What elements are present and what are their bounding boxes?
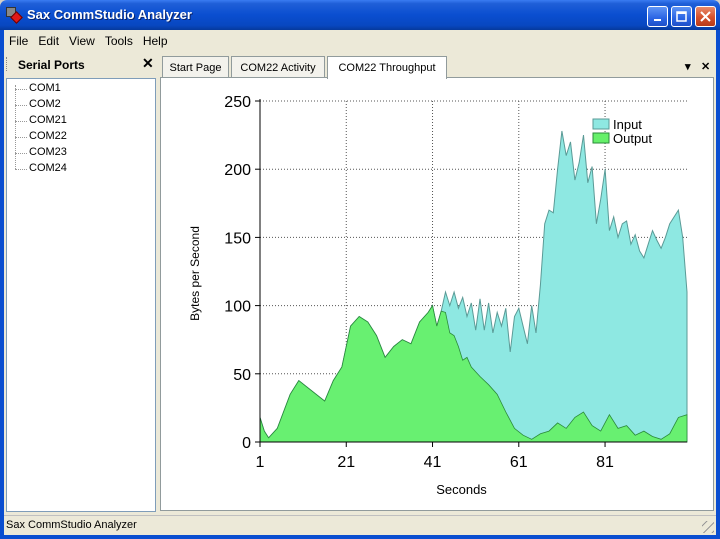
window-border-bottom xyxy=(0,535,720,539)
window-border-right xyxy=(716,30,720,539)
legend-input-label: Input xyxy=(613,117,642,132)
serial-ports-panel: Serial Ports ✕ COM1 COM2 COM21 COM22 COM… xyxy=(4,52,156,512)
close-icon xyxy=(700,11,711,22)
menu-tools[interactable]: Tools xyxy=(100,34,138,48)
status-bar: Sax CommStudio Analyzer xyxy=(4,515,716,535)
status-text: Sax CommStudio Analyzer xyxy=(6,519,137,531)
y-tick-label: 50 xyxy=(233,367,251,384)
tree-item-label: COM2 xyxy=(29,98,61,110)
x-tick-label: 1 xyxy=(256,454,265,471)
panel-header: Serial Ports ✕ xyxy=(6,54,156,75)
window-title: Sax CommStudio Analyzer xyxy=(27,7,192,22)
tree-connector xyxy=(15,85,16,169)
tab-dropdown-icon[interactable]: ▾ xyxy=(685,60,691,73)
menu-edit[interactable]: Edit xyxy=(33,34,64,48)
y-tick-label: 100 xyxy=(224,299,251,316)
tab-strip: Start Page COM22 Activity COM22 Throughp… xyxy=(160,56,716,79)
tab-com22-activity[interactable]: COM22 Activity xyxy=(231,56,325,78)
panel-grip-icon[interactable] xyxy=(6,57,10,71)
x-axis-title: Seconds xyxy=(436,482,487,497)
tree-item-label: COM22 xyxy=(29,130,67,142)
tree-item-label: COM1 xyxy=(29,82,61,94)
x-tick-label: 41 xyxy=(424,454,442,471)
maximize-button[interactable] xyxy=(671,6,692,27)
x-tick-label: 81 xyxy=(596,454,614,471)
y-tick-label: 0 xyxy=(242,435,251,452)
tree-item-label: COM21 xyxy=(29,114,67,126)
tab-com22-throughput[interactable]: COM22 Throughput xyxy=(327,56,447,79)
tree-item-label: COM24 xyxy=(29,162,67,174)
maximize-icon xyxy=(676,11,687,22)
close-button[interactable] xyxy=(695,6,716,27)
menu-view[interactable]: View xyxy=(64,34,100,48)
menu-bar: File Edit View Tools Help xyxy=(4,30,716,52)
document-area: Start Page COM22 Activity COM22 Throughp… xyxy=(160,52,716,512)
resize-grip-icon[interactable] xyxy=(702,521,714,533)
minimize-button[interactable] xyxy=(647,6,668,27)
serial-ports-tree: COM1 COM2 COM21 COM22 COM23 COM24 xyxy=(6,78,156,512)
main-frame: Serial Ports ✕ COM1 COM2 COM21 COM22 COM… xyxy=(4,52,716,515)
minimize-icon xyxy=(653,18,661,21)
legend-output-label: Output xyxy=(613,131,652,146)
y-tick-label: 250 xyxy=(224,94,251,111)
title-bar: Sax CommStudio Analyzer xyxy=(0,0,720,30)
y-tick-label: 150 xyxy=(224,230,251,247)
app-logo-icon xyxy=(6,7,23,24)
tab-start-page[interactable]: Start Page xyxy=(162,56,229,78)
y-axis-title: Bytes per Second xyxy=(188,226,202,321)
legend-output-swatch xyxy=(592,132,610,144)
tab-close-icon[interactable]: ✕ xyxy=(701,60,710,73)
throughput-chart: 0 50 100 150 200 250 1 21 41 61 81 Seconds Bytes per… xyxy=(188,94,688,497)
y-tick-label: 200 xyxy=(224,162,251,179)
panel-title: Serial Ports xyxy=(18,58,85,72)
x-tick-label: 21 xyxy=(337,454,355,471)
x-tick-label: 61 xyxy=(510,454,528,471)
legend-input-swatch xyxy=(592,118,610,130)
panel-close-icon[interactable]: ✕ xyxy=(142,55,154,72)
menu-file[interactable]: File xyxy=(4,34,33,48)
throughput-chart-pane: 0 50 100 150 200 250 1 21 41 61 81 Seconds Bytes per… xyxy=(160,77,714,511)
menu-help[interactable]: Help xyxy=(138,34,173,48)
tree-item-label: COM23 xyxy=(29,146,67,158)
